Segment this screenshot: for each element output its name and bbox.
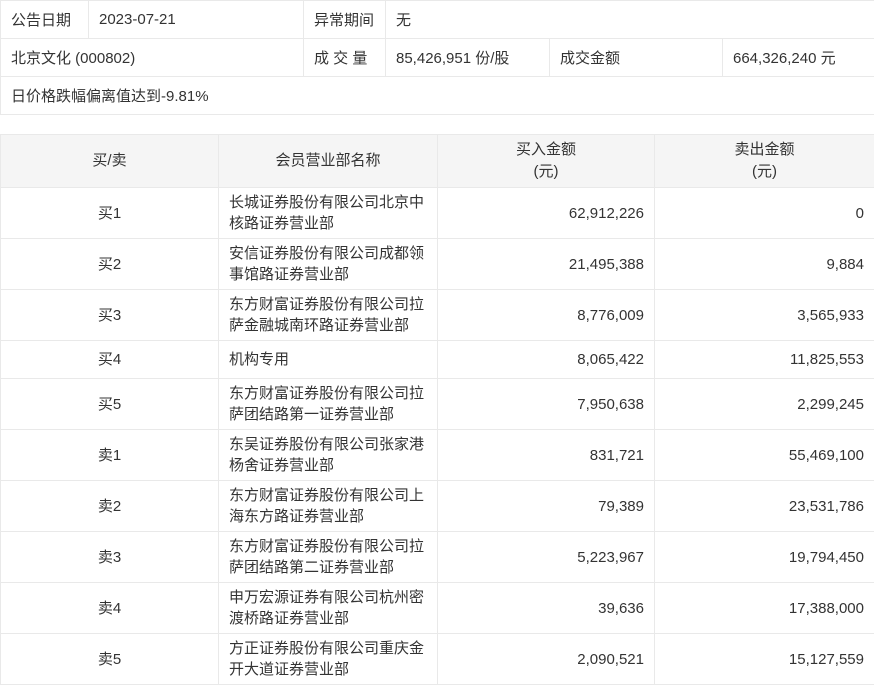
cell-side: 卖4	[0, 582, 219, 634]
cell-branch: 东方财富证券股份有限公司拉萨金融城南环路证券营业部	[218, 289, 438, 341]
cell-side: 买1	[0, 187, 219, 239]
header-sell-amount-title: 卖出金额	[734, 141, 795, 158]
cell-side: 买2	[0, 238, 219, 290]
volume-label: 成 交 量	[303, 38, 386, 77]
cell-branch: 长城证券股份有限公司北京中核路证券营业部	[218, 187, 438, 239]
info-row-note: 日价格跌幅偏离值达到-9.81%	[0, 76, 874, 115]
cell-branch: 东吴证券股份有限公司张家港杨舍证券营业部	[218, 429, 438, 481]
table-row: 买2 安信证券股份有限公司成都领事馆路证券营业部 21,495,388 9,88…	[0, 238, 874, 290]
broker-seats-table: 买/卖 会员营业部名称 买入金额 (元) 卖出金额 (元) 买1 长城证券股份有…	[0, 134, 874, 685]
table-header-row: 买/卖 会员营业部名称 买入金额 (元) 卖出金额 (元)	[0, 134, 874, 188]
header-sell-amount: 卖出金额 (元)	[654, 134, 874, 188]
volume-value: 85,426,951 份/股	[385, 38, 550, 77]
cell-buy-amount: 79,389	[437, 480, 655, 532]
cell-branch: 安信证券股份有限公司成都领事馆路证券营业部	[218, 238, 438, 290]
table-row: 卖5 方正证券股份有限公司重庆金开大道证券营业部 2,090,521 15,12…	[0, 633, 874, 685]
cell-buy-amount: 831,721	[437, 429, 655, 481]
turnover-label: 成交金额	[549, 38, 723, 77]
cell-sell-amount: 15,127,559	[654, 633, 874, 685]
cell-sell-amount: 23,531,786	[654, 480, 874, 532]
cell-buy-amount: 39,636	[437, 582, 655, 634]
cell-buy-amount: 5,223,967	[437, 531, 655, 583]
header-buy-amount-unit: (元)	[533, 163, 559, 180]
header-sell-amount-unit: (元)	[752, 163, 777, 180]
trading-disclosure-page: 公告日期 2023-07-21 异常期间 无 北京文化 (000802) 成 交…	[0, 0, 874, 688]
cell-branch: 申万宏源证券有限公司杭州密渡桥路证券营业部	[218, 582, 438, 634]
table-row: 卖3 东方财富证券股份有限公司拉萨团结路第二证券营业部 5,223,967 19…	[0, 531, 874, 583]
announce-date-value: 2023-07-21	[88, 0, 304, 39]
abnormal-period-label: 异常期间	[303, 0, 386, 39]
header-buy-amount-title: 买入金额	[515, 141, 576, 158]
header-side: 买/卖	[0, 134, 219, 188]
table-row: 买1 长城证券股份有限公司北京中核路证券营业部 62,912,226 0	[0, 187, 874, 239]
cell-sell-amount: 17,388,000	[654, 582, 874, 634]
announce-date-label: 公告日期	[0, 0, 89, 39]
cell-side: 买5	[0, 378, 219, 430]
cell-side: 卖1	[0, 429, 219, 481]
table-row: 买3 东方财富证券股份有限公司拉萨金融城南环路证券营业部 8,776,009 3…	[0, 289, 874, 341]
cell-sell-amount: 2,299,245	[654, 378, 874, 430]
cell-side: 卖5	[0, 633, 219, 685]
info-row-stock: 北京文化 (000802) 成 交 量 85,426,951 份/股 成交金额 …	[0, 38, 874, 77]
cell-side: 买3	[0, 289, 219, 341]
stock-name: 北京文化 (000802)	[0, 38, 304, 77]
deviation-note: 日价格跌幅偏离值达到-9.81%	[0, 76, 874, 115]
cell-side: 买4	[0, 340, 219, 379]
info-row-date: 公告日期 2023-07-21 异常期间 无	[0, 0, 874, 39]
header-branch: 会员营业部名称	[218, 134, 438, 188]
table-row: 卖1 东吴证券股份有限公司张家港杨舍证券营业部 831,721 55,469,1…	[0, 429, 874, 481]
cell-sell-amount: 11,825,553	[654, 340, 874, 379]
cell-buy-amount: 21,495,388	[437, 238, 655, 290]
cell-buy-amount: 62,912,226	[437, 187, 655, 239]
cell-side: 卖3	[0, 531, 219, 583]
cell-branch: 东方财富证券股份有限公司上海东方路证券营业部	[218, 480, 438, 532]
cell-side: 卖2	[0, 480, 219, 532]
turnover-value: 664,326,240 元	[721, 38, 874, 77]
table-row: 买4 机构专用 8,065,422 11,825,553	[0, 340, 874, 379]
cell-buy-amount: 2,090,521	[437, 633, 655, 685]
cell-sell-amount: 3,565,933	[654, 289, 874, 341]
cell-sell-amount: 19,794,450	[654, 531, 874, 583]
cell-buy-amount: 8,776,009	[437, 289, 655, 341]
table-row: 卖2 东方财富证券股份有限公司上海东方路证券营业部 79,389 23,531,…	[0, 480, 874, 532]
cell-sell-amount: 55,469,100	[654, 429, 874, 481]
header-buy-amount: 买入金额 (元)	[437, 134, 655, 188]
cell-buy-amount: 7,950,638	[437, 378, 655, 430]
cell-buy-amount: 8,065,422	[437, 340, 655, 379]
cell-branch: 东方财富证券股份有限公司拉萨团结路第一证券营业部	[218, 378, 438, 430]
cell-branch: 方正证券股份有限公司重庆金开大道证券营业部	[218, 633, 438, 685]
cell-sell-amount: 0	[654, 187, 874, 239]
table-row: 卖4 申万宏源证券有限公司杭州密渡桥路证券营业部 39,636 17,388,0…	[0, 582, 874, 634]
table-row: 买5 东方财富证券股份有限公司拉萨团结路第一证券营业部 7,950,638 2,…	[0, 378, 874, 430]
abnormal-period-value: 无	[384, 0, 874, 39]
cell-branch: 机构专用	[218, 340, 438, 379]
cell-branch: 东方财富证券股份有限公司拉萨团结路第二证券营业部	[218, 531, 438, 583]
stock-info-panel: 公告日期 2023-07-21 异常期间 无 北京文化 (000802) 成 交…	[0, 0, 874, 115]
cell-sell-amount: 9,884	[654, 238, 874, 290]
